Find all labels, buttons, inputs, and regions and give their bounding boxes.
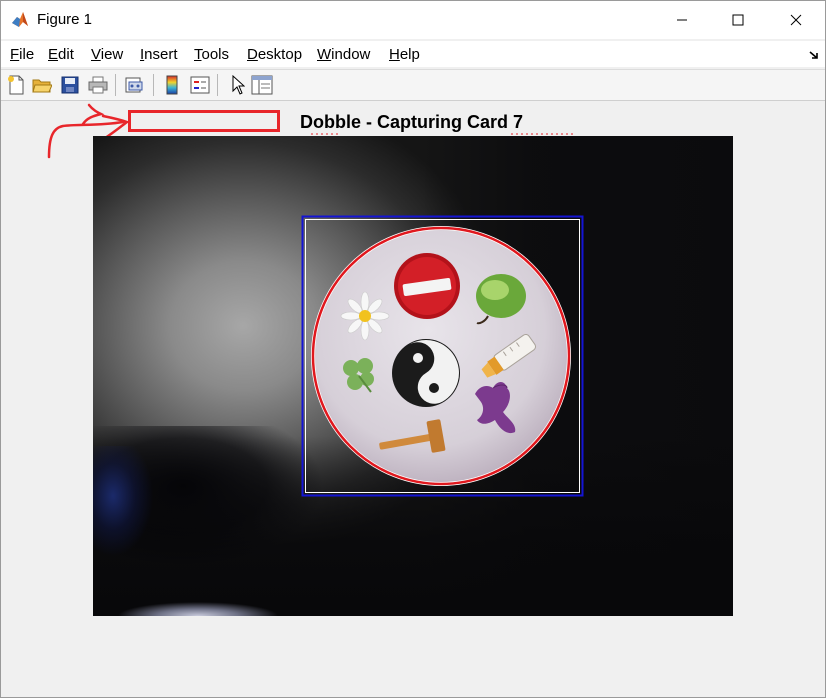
menu-edit[interactable]: Edit bbox=[48, 46, 74, 63]
dock-arrow-icon[interactable] bbox=[809, 47, 819, 65]
minimize-icon bbox=[677, 19, 687, 21]
menu-tools[interactable]: Tools bbox=[194, 46, 229, 63]
figure-window: Figure 1 File Edit View Insert Tools Des… bbox=[0, 0, 826, 698]
menu-bar: File Edit View Insert Tools Desktop Wind… bbox=[1, 41, 825, 67]
print-icon[interactable] bbox=[87, 74, 109, 96]
maximize-button[interactable] bbox=[709, 1, 767, 39]
card-overlay bbox=[301, 215, 584, 497]
property-inspector-icon[interactable] bbox=[251, 74, 273, 96]
colorbar-icon[interactable] bbox=[161, 74, 183, 96]
menu-desktop[interactable]: Desktop bbox=[247, 46, 302, 63]
open-file-icon[interactable] bbox=[31, 74, 53, 96]
figure-toolbar bbox=[1, 69, 825, 101]
link-plot-icon[interactable] bbox=[123, 74, 145, 96]
close-button[interactable] bbox=[767, 1, 825, 39]
menu-view[interactable]: View bbox=[91, 46, 123, 63]
legend-icon[interactable] bbox=[189, 74, 211, 96]
pointer-icon[interactable] bbox=[227, 74, 249, 96]
save-icon[interactable] bbox=[59, 74, 81, 96]
window-title: Figure 1 bbox=[37, 11, 93, 28]
axes-title: Dobble - Capturing Card 7 bbox=[300, 112, 524, 132]
menu-file[interactable]: File bbox=[10, 46, 34, 63]
minimize-button[interactable] bbox=[653, 1, 711, 39]
stop-sign-icon bbox=[394, 253, 460, 319]
matlab-logo-icon bbox=[11, 11, 29, 29]
toolbar-separator bbox=[153, 74, 154, 96]
close-icon bbox=[790, 14, 802, 26]
menu-insert[interactable]: Insert bbox=[140, 46, 178, 63]
camera-image bbox=[93, 136, 733, 616]
toolbar-separator bbox=[115, 74, 116, 96]
figure-canvas: Dobble - Capturing Card 7 bbox=[1, 102, 825, 697]
menu-window[interactable]: Window bbox=[317, 46, 370, 63]
toolbar-separator bbox=[217, 74, 218, 96]
new-figure-icon[interactable] bbox=[5, 74, 27, 96]
menu-help[interactable]: Help bbox=[389, 46, 420, 63]
maximize-icon bbox=[732, 14, 744, 26]
title-bar[interactable]: Figure 1 bbox=[1, 1, 825, 39]
annotation-highlight-box bbox=[128, 110, 280, 132]
